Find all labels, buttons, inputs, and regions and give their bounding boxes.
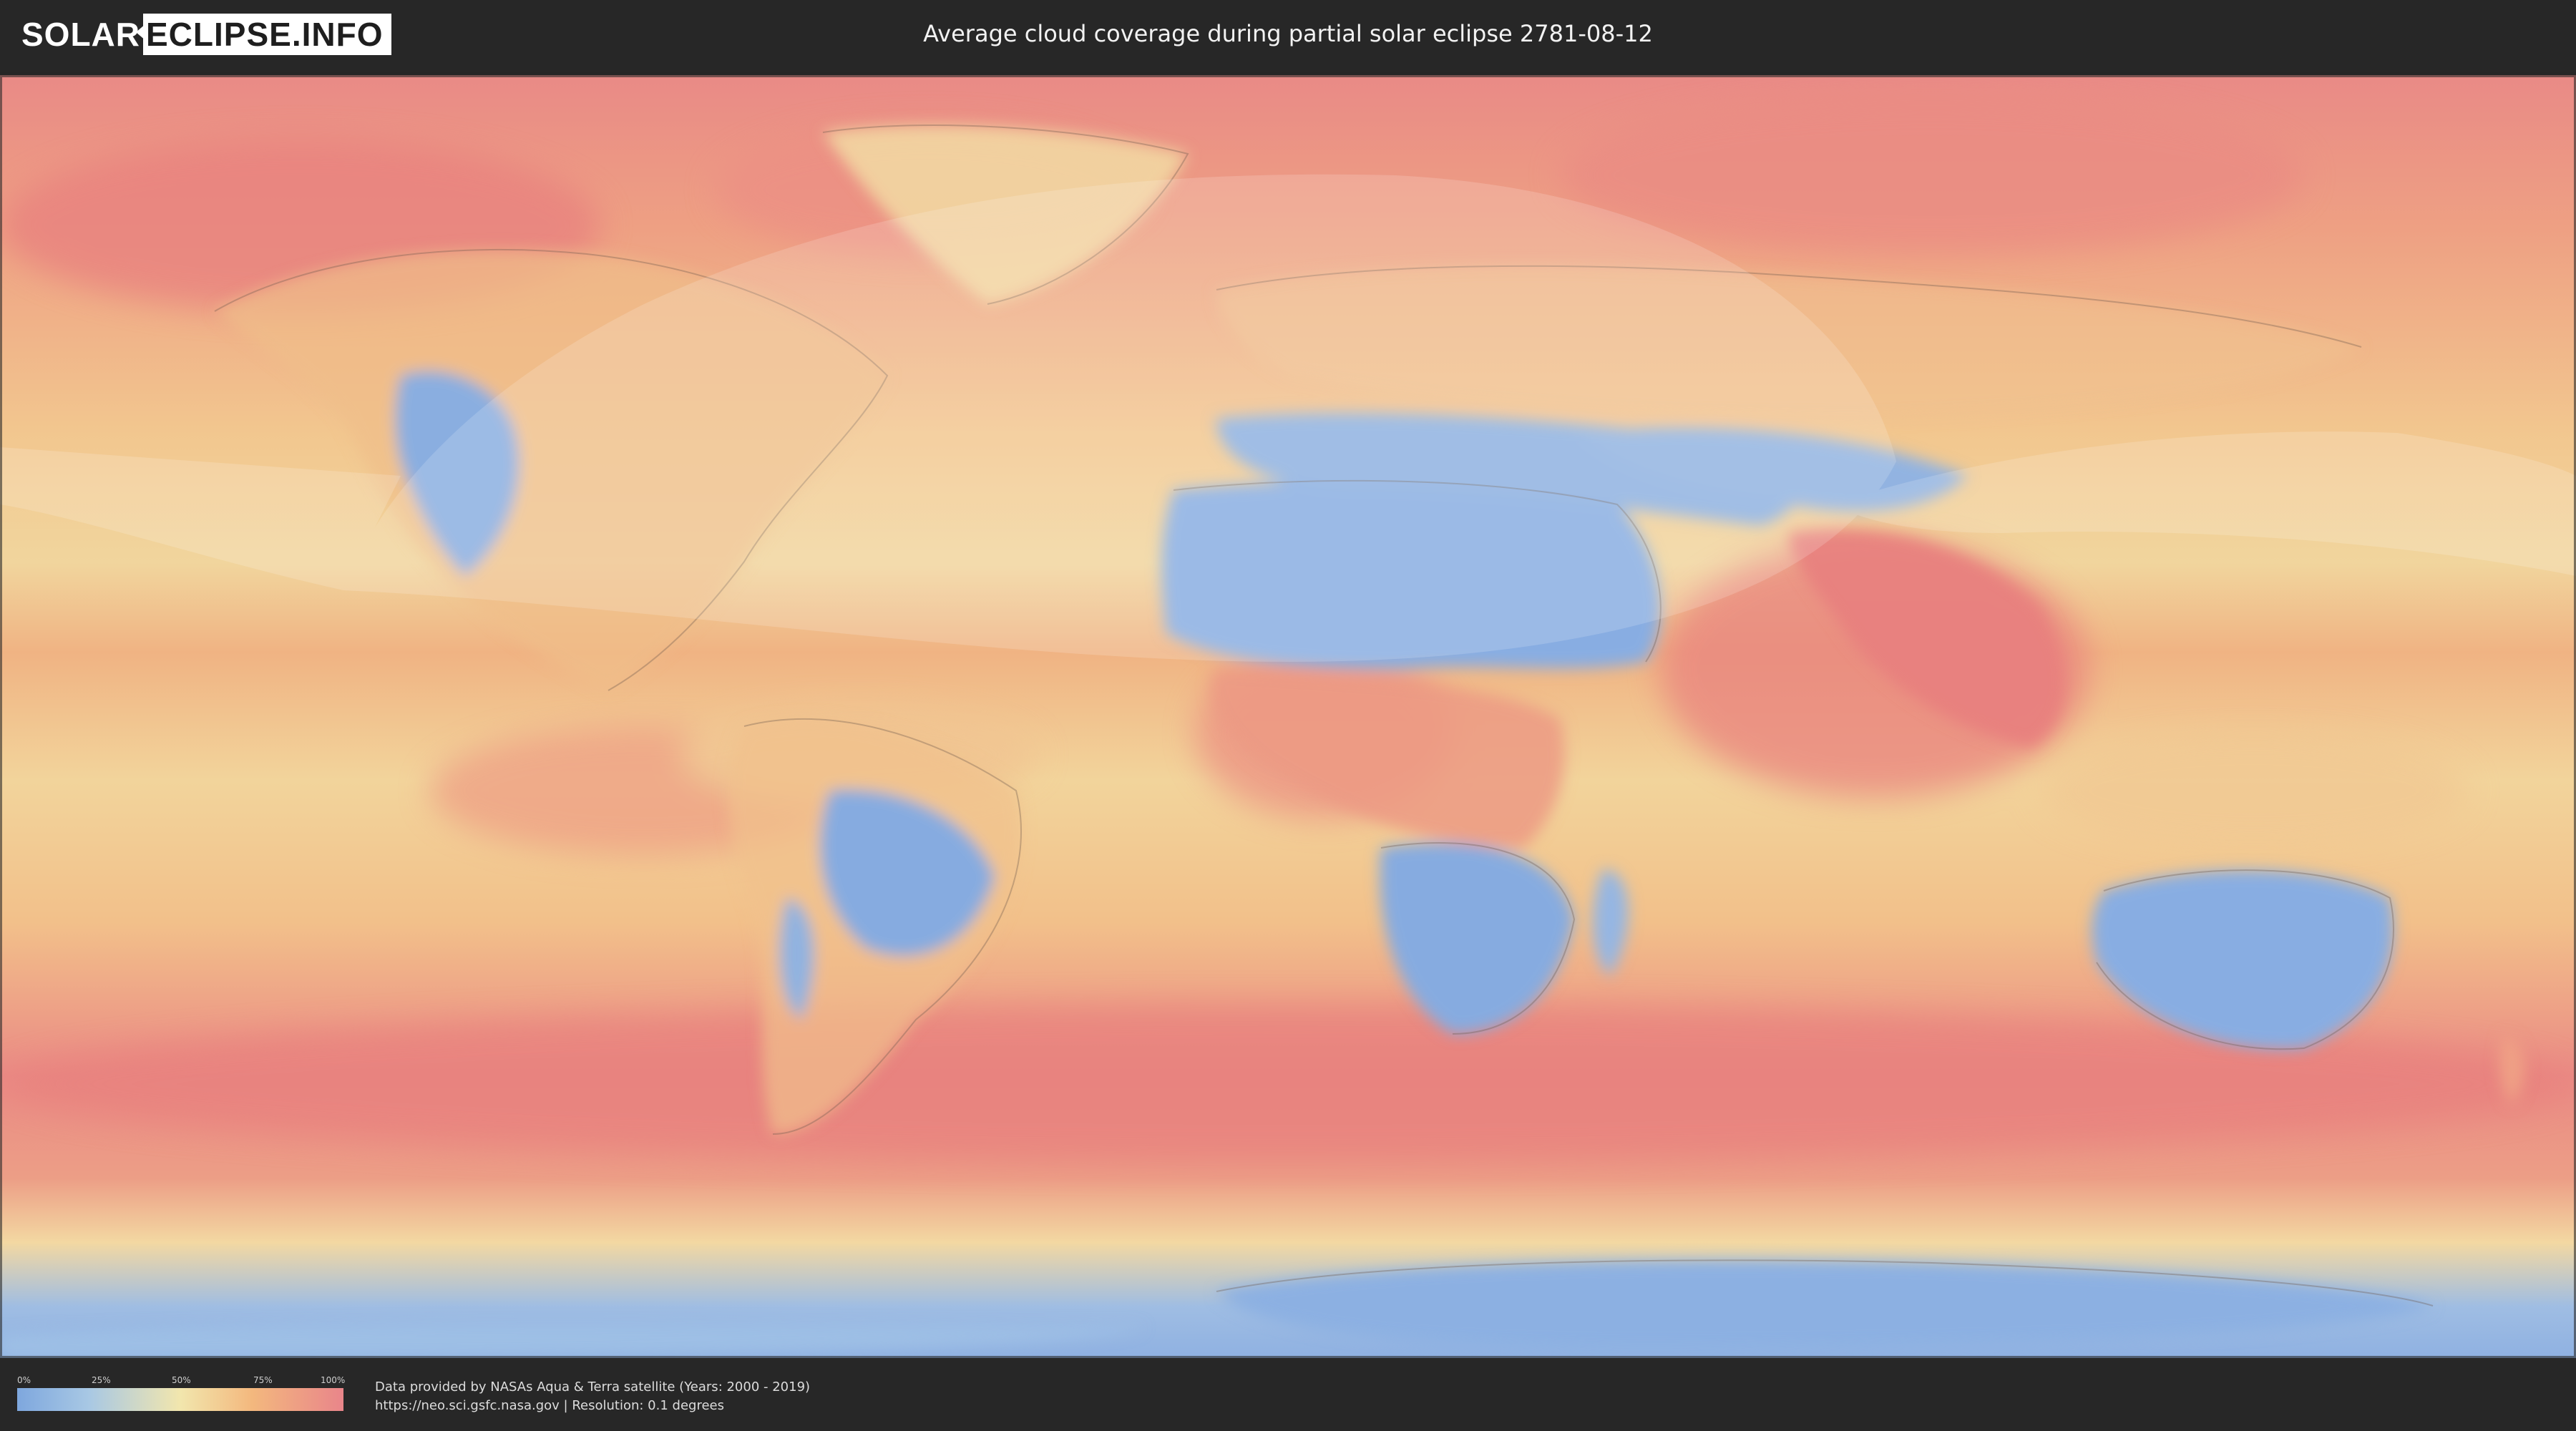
footer-bar: 0% 25% 50% 75% 100% Data provided by NAS… <box>0 1358 2576 1431</box>
legend-tick-50: 50% <box>172 1375 191 1385</box>
app-root: SOLAR ECLIPSE.INFO Average cloud coverag… <box>0 0 2576 1431</box>
credits-line-url[interactable]: https://neo.sci.gsfc.nasa.gov | Resoluti… <box>375 1397 810 1415</box>
legend-tick-75: 75% <box>253 1375 273 1385</box>
legend-tick-0: 0% <box>17 1375 31 1385</box>
legend-color-bar <box>17 1388 343 1411</box>
legend-tick-100: 100% <box>321 1375 346 1385</box>
map-canvas[interactable] <box>0 75 2576 1358</box>
page-title: Average cloud coverage during partial so… <box>923 20 1653 47</box>
credits-line-source: Data provided by NASAs Aqua & Terra sate… <box>375 1379 811 1395</box>
legend-tick-25: 25% <box>92 1375 111 1385</box>
data-credits: Data provided by NASAs Aqua & Terra sate… <box>375 1378 810 1415</box>
header-bar: SOLAR ECLIPSE.INFO Average cloud coverag… <box>0 0 2576 72</box>
cloud-coverage-map[interactable] <box>0 75 2576 1358</box>
cloud-coverage-legend: 0% 25% 50% 75% 100% <box>17 1375 346 1412</box>
